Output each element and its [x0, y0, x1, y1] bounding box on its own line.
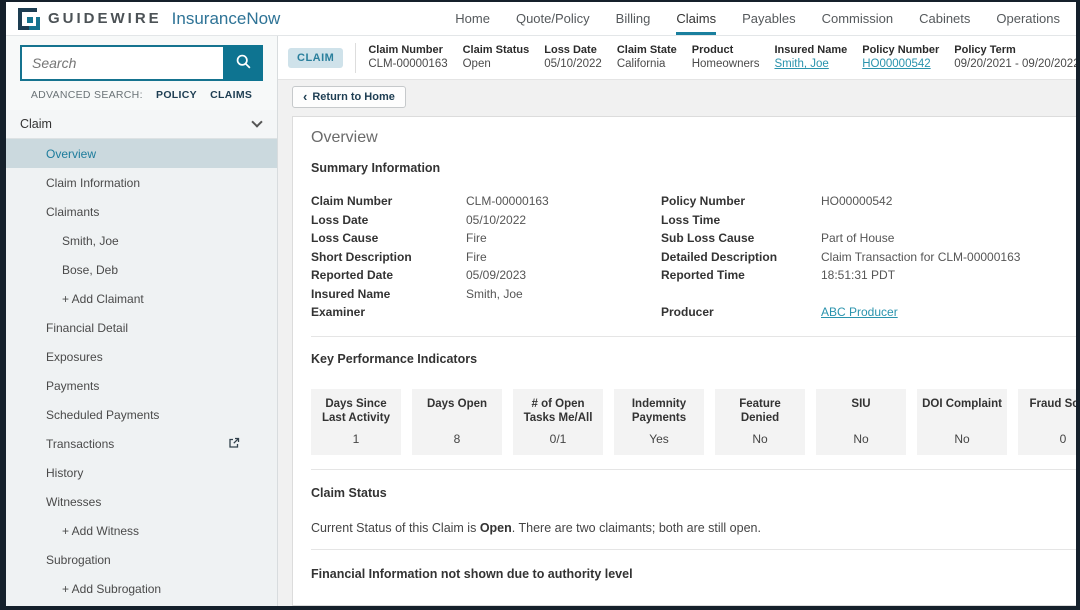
overview-panel: Overview Summary Information Claim Numbe…	[292, 116, 1076, 606]
sidebar-item-claimant-bose-deb[interactable]: Bose, Deb	[6, 255, 277, 284]
sidebar-item-financial-detail[interactable]: Financial Detail	[6, 313, 277, 342]
sidebar-item-scheduled-payments[interactable]: Scheduled Payments	[6, 400, 277, 429]
field-short-description: Short Description Fire	[311, 248, 661, 267]
claim-bar-field-insured-name: Insured Name Smith, Joe	[774, 43, 847, 72]
claim-bar-field-loss-date: Loss Date 05/10/2022	[544, 43, 602, 72]
field-claim-number: Claim Number CLM-00000163	[311, 192, 661, 211]
field-producer: Producer ABC Producer	[661, 303, 1076, 322]
nav-item-commission[interactable]: Commission	[822, 2, 894, 35]
kpi-cards: Days Since Last Activity 1 Days Open 8 #…	[311, 389, 1076, 455]
field-insured-name: Insured Name Smith, Joe	[311, 285, 661, 304]
field-loss-time: Loss Time	[661, 211, 1076, 230]
divider	[355, 43, 356, 73]
section-divider	[311, 336, 1076, 337]
sidebar-section-claim[interactable]: Claim	[6, 110, 277, 139]
field-sub-loss-cause: Sub Loss Cause Part of House	[661, 229, 1076, 248]
summary-information-heading: Summary Information	[311, 161, 1076, 175]
section-divider	[311, 549, 1076, 550]
return-to-home-button[interactable]: ‹ Return to Home	[292, 86, 406, 108]
field-reported-time: Reported Time 18:51:31 PDT	[661, 266, 1076, 285]
nav-item-cabinets[interactable]: Cabinets	[919, 2, 970, 35]
toolbar-row: ‹ Return to Home	[278, 80, 1076, 108]
policy-number-link[interactable]: HO00000542	[862, 57, 939, 72]
field-spacer	[661, 285, 1076, 304]
claim-summary-bar: CLAIM Claim Number CLM-00000163 Claim St…	[278, 36, 1076, 80]
claim-bar-field-claim-number: Claim Number CLM-00000163	[368, 43, 447, 72]
kpi-days-open: Days Open 8	[412, 389, 502, 455]
app-header: GUIDEWIRE InsuranceNow Home Quote/Policy…	[6, 2, 1076, 36]
sidebar-item-label: Transactions	[46, 437, 114, 451]
sidebar-item-additional-interests[interactable]: Additional Interests	[6, 603, 277, 606]
claim-bar-field-claim-state: Claim State California	[617, 43, 677, 72]
field-loss-date: Loss Date 05/10/2022	[311, 211, 661, 230]
nav-item-payables[interactable]: Payables	[742, 2, 795, 35]
kpi-siu: SIU No	[816, 389, 906, 455]
sidebar-item-transactions[interactable]: Transactions	[6, 429, 277, 458]
search-input[interactable]	[20, 45, 223, 81]
search-button[interactable]	[223, 45, 263, 81]
financial-authority-note: Financial Information not shown due to a…	[311, 567, 1076, 581]
claim-bar-field-claim-status: Claim Status Open	[463, 43, 530, 72]
kpi-open-tasks: # of Open Tasks Me/All 0/1	[513, 389, 603, 455]
sidebar-item-subrogation[interactable]: Subrogation	[6, 545, 277, 574]
claim-bar-field-policy-number: Policy Number HO00000542	[862, 43, 939, 72]
kpi-heading: Key Performance Indicators	[311, 352, 1076, 366]
claim-badge: CLAIM	[288, 48, 343, 68]
advanced-search-claims-link[interactable]: CLAIMS	[210, 89, 252, 101]
page-title: Overview	[311, 129, 1076, 147]
kpi-indemnity-payments: Indemnity Payments Yes	[614, 389, 704, 455]
brand-company: GUIDEWIRE	[48, 10, 162, 27]
search-area	[6, 36, 277, 81]
nav-item-billing[interactable]: Billing	[616, 2, 651, 35]
kpi-feature-denied: Feature Denied No	[715, 389, 805, 455]
sidebar-item-witnesses[interactable]: Witnesses	[6, 487, 277, 516]
guidewire-logo-icon	[18, 8, 40, 30]
sidebar: ADVANCED SEARCH: POLICY CLAIMS Claim Ove…	[6, 36, 278, 606]
field-reported-date: Reported Date 05/09/2023	[311, 266, 661, 285]
external-link-icon	[227, 436, 241, 453]
claim-bar-field-product: Product Homeowners	[692, 43, 760, 72]
sidebar-item-claim-information[interactable]: Claim Information	[6, 168, 277, 197]
claim-bar-field-policy-term: Policy Term 09/20/2021 - 09/20/2022	[954, 43, 1076, 72]
summary-fields: Claim Number CLM-00000163 Loss Date 05/1…	[311, 192, 1076, 322]
sidebar-item-add-witness[interactable]: + Add Witness	[6, 516, 277, 545]
status-open-word: Open	[480, 521, 512, 535]
main-nav: Home Quote/Policy Billing Claims Payable…	[455, 2, 1060, 35]
nav-item-claims[interactable]: Claims	[676, 2, 716, 35]
field-examiner: Examiner	[311, 303, 661, 322]
back-chevron-icon: ‹	[303, 92, 307, 102]
sidebar-item-claimant-smith-joe[interactable]: Smith, Joe	[6, 226, 277, 255]
chevron-down-icon	[251, 116, 262, 127]
insured-name-link[interactable]: Smith, Joe	[774, 57, 847, 72]
sidebar-item-exposures[interactable]: Exposures	[6, 342, 277, 371]
main-area: CLAIM Claim Number CLM-00000163 Claim St…	[278, 36, 1076, 606]
brand-product: InsuranceNow	[172, 9, 281, 29]
sidebar-item-add-subrogation[interactable]: + Add Subrogation	[6, 574, 277, 603]
nav-item-home[interactable]: Home	[455, 2, 490, 35]
field-loss-cause: Loss Cause Fire	[311, 229, 661, 248]
guidewire-logo: GUIDEWIRE InsuranceNow	[18, 8, 280, 30]
kpi-doi-complaint: DOI Complaint No	[917, 389, 1007, 455]
section-divider	[311, 469, 1076, 470]
field-policy-number: Policy Number HO00000542	[661, 192, 1076, 211]
advanced-search-row: ADVANCED SEARCH: POLICY CLAIMS	[6, 81, 277, 110]
advanced-search-label: ADVANCED SEARCH:	[31, 89, 143, 101]
sidebar-item-add-claimant[interactable]: + Add Claimant	[6, 284, 277, 313]
nav-item-quote-policy[interactable]: Quote/Policy	[516, 2, 590, 35]
nav-item-operations[interactable]: Operations	[996, 2, 1060, 35]
sidebar-section-label: Claim	[20, 117, 52, 131]
search-icon	[235, 53, 252, 73]
advanced-search-policy-link[interactable]: POLICY	[156, 89, 197, 101]
claim-status-text: Current Status of this Claim is Open. Th…	[311, 521, 1076, 535]
claim-status-heading: Claim Status	[311, 486, 1076, 500]
sidebar-item-overview[interactable]: Overview	[6, 139, 277, 168]
sidebar-item-payments[interactable]: Payments	[6, 371, 277, 400]
producer-link[interactable]: ABC Producer	[821, 305, 898, 319]
kpi-fraud-score: Fraud Score 0	[1018, 389, 1076, 455]
field-detailed-description: Detailed Description Claim Transaction f…	[661, 248, 1076, 267]
sidebar-item-claimants[interactable]: Claimants	[6, 197, 277, 226]
sidebar-item-history[interactable]: History	[6, 458, 277, 487]
kpi-days-since-last-activity: Days Since Last Activity 1	[311, 389, 401, 455]
app-frame: GUIDEWIRE InsuranceNow Home Quote/Policy…	[0, 0, 1080, 610]
